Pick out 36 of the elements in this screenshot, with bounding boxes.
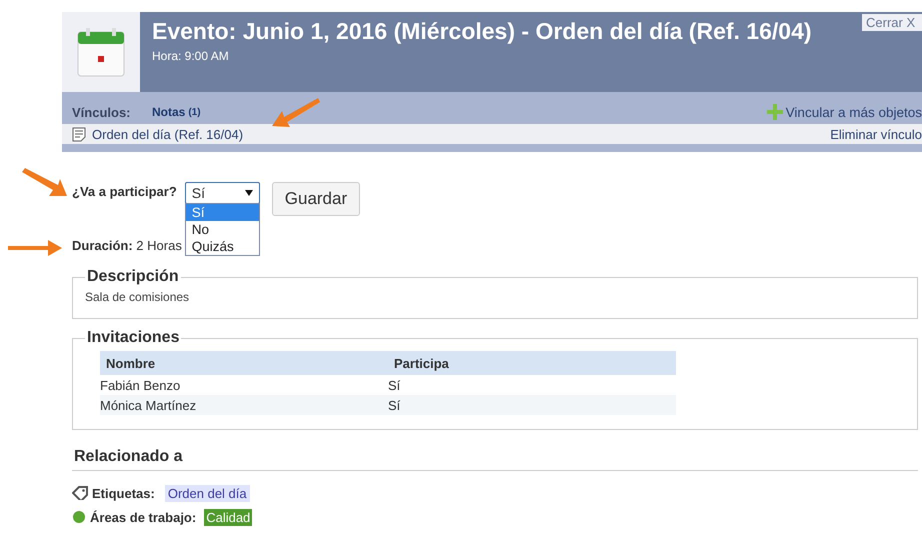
note-icon [72,126,86,142]
arrow-icon [8,240,62,256]
plus-icon [766,104,783,120]
caret-icon [244,190,253,196]
description-text: Sala de comisiones [85,289,190,306]
table-cell-text: Fabián Benzo [100,378,182,392]
notes-count: (1) [188,106,201,118]
remove-link[interactable]: Eliminar vínculo [830,126,922,142]
linked-note-link[interactable]: Orden del día (Ref. 16/04) [92,126,244,142]
description-heading: Descripción [86,268,180,286]
arrow-icon [22,168,68,198]
notes-tab[interactable]: Notas [152,105,186,119]
areas-label: Áreas de trabajo: [90,510,196,524]
table-cell-text: Mónica Martínez [100,398,198,412]
related-heading: Relacionado a [72,440,918,471]
arrow-icon [270,98,322,130]
attend-label: ¿Va a participar? [72,184,177,199]
tags-label: Etiquetas: [92,486,155,500]
invitations-heading: Invitaciones [86,329,180,347]
select-option[interactable]: Sí [186,204,259,221]
link-more-link[interactable]: Vincular a más objetos [766,104,922,120]
save-button[interactable]: Guardar [272,182,360,216]
table-cell-text: Sí [388,398,402,412]
tag-chip[interactable]: Orden del día [164,484,250,502]
area-chip: Calidad [204,508,252,526]
links-label: Vínculos: [72,104,132,120]
column-header: Nombre [105,356,156,370]
dot-icon [72,510,86,524]
event-title: Evento: Junio 1, 2016 (Miércoles) - Orden del día (Ref. 16/04) [152,18,812,45]
duration-text: Duración: 2 Horas [72,238,182,253]
table-cell-text: Sí [388,378,402,392]
event-time: Hora: 9:00 AM [152,49,230,63]
close-link[interactable]: Cerrar X [862,14,922,31]
tag-icon [72,486,88,500]
calendar-icon [76,26,126,78]
column-header: Participa [393,356,450,370]
